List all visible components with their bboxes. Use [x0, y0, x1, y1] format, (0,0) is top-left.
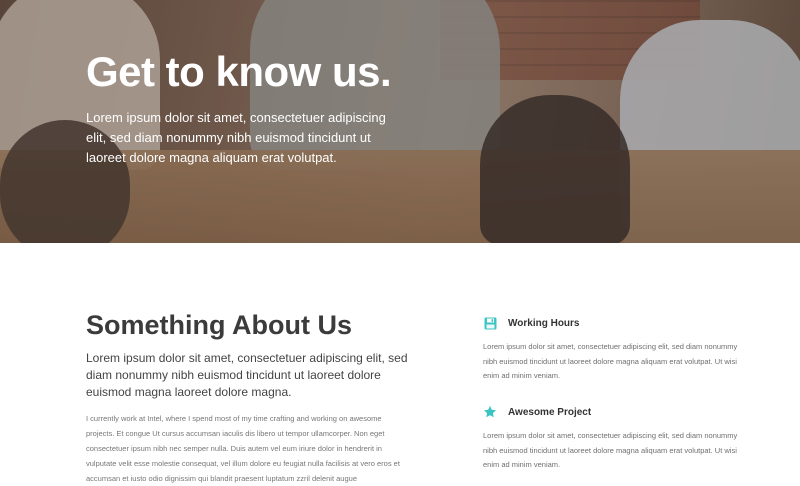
feature-description: Lorem ipsum dolor sit amet, consectetuer…	[483, 342, 738, 380]
feature-title: Awesome Project	[508, 406, 592, 418]
hero-banner: Get to know us. Lorem ipsum dolor sit am…	[0, 0, 800, 243]
feature-title: Working Hours	[508, 317, 580, 329]
about-lead-text: Lorem ipsum dolor sit amet, consectetuer…	[86, 351, 408, 399]
feature-working-hours: Working Hours Lorem ipsum dolor sit amet…	[483, 314, 753, 384]
feature-description: Lorem ipsum dolor sit amet, consectetuer…	[483, 431, 738, 469]
feature-awesome-project: Awesome Project Lorem ipsum dolor sit am…	[483, 403, 753, 473]
floppy-disk-icon	[483, 316, 497, 330]
about-title: Something About Us	[86, 310, 352, 340]
hero-text: Lorem ipsum dolor sit amet, consectetuer…	[86, 110, 386, 165]
star-icon	[483, 405, 497, 419]
about-body-text: I currently work at Intel, where I spend…	[86, 414, 400, 483]
hero-title: Get to know us.	[86, 48, 392, 95]
